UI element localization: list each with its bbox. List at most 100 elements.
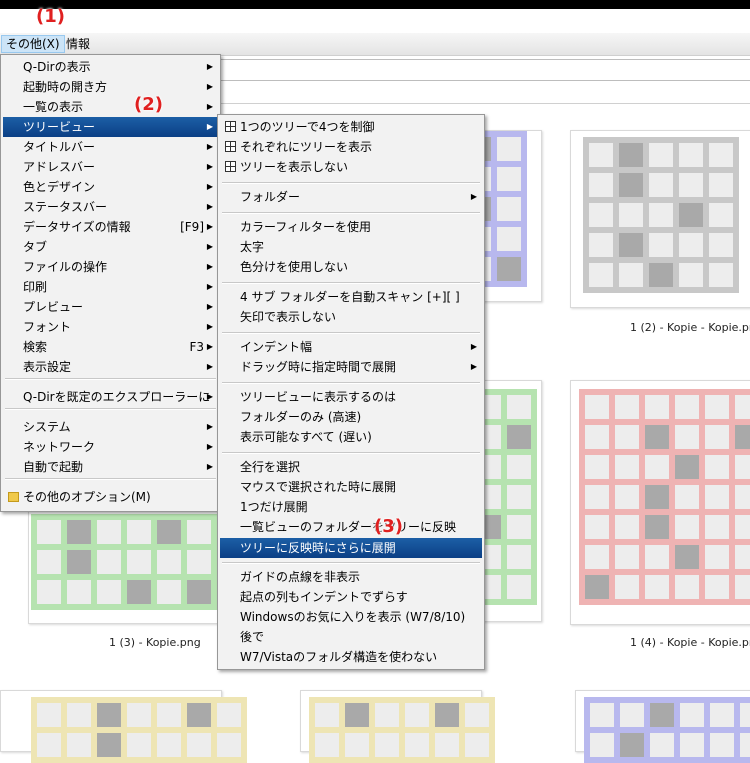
treeview-menu-item-label: ツリービューに表示するのは xyxy=(240,390,397,404)
treeview-menu-item[interactable]: 後で xyxy=(220,627,482,647)
file-thumbnail[interactable] xyxy=(471,380,542,622)
main-menu-item-label: ネットワーク xyxy=(23,440,96,454)
treeview-menu-item-label: ツリーに反映時にさらに展開 xyxy=(240,541,396,555)
main-menu-item[interactable]: 起動時の開き方 ▶ xyxy=(3,77,218,97)
treeview-menu-item-label: フォルダーのみ (高速) xyxy=(240,410,362,424)
annotation-1: (1) xyxy=(36,6,65,27)
file-thumbnail[interactable] xyxy=(28,505,220,624)
file-caption[interactable]: 1 (3) - Kopie.png xyxy=(109,636,201,649)
submenu-arrow-icon: ▶ xyxy=(206,142,213,151)
main-menu-item-label: フォント xyxy=(23,320,72,334)
submenu-arrow-icon: ▶ xyxy=(206,102,213,111)
treeview-menu-item-label: 4 サブ フォルダーを自動スキャン [+][ ] xyxy=(240,290,460,304)
main-menu-item[interactable]: プレビュー ▶ xyxy=(3,297,218,317)
main-menu-item[interactable]: タイトルバー ▶ xyxy=(3,137,218,157)
thumbnail-image xyxy=(309,697,495,763)
file-thumbnail[interactable] xyxy=(575,690,750,763)
file-thumbnail[interactable] xyxy=(300,690,495,763)
main-menu-item[interactable]: 色とデザイン ▶ xyxy=(3,177,218,197)
main-menu-item[interactable]: ネットワーク ▶ xyxy=(3,437,218,457)
menu-info[interactable]: 情報 xyxy=(62,36,94,52)
treeview-menu-item[interactable]: 表示可能なすべて (遅い) xyxy=(220,427,482,447)
treeview-menu-item[interactable]: ツリーを表示しない xyxy=(220,157,482,177)
thumbnail-image xyxy=(583,137,739,293)
submenu-arrow-icon: ▶ xyxy=(206,362,213,371)
main-menu-item[interactable]: ツリービュー ▶ xyxy=(3,117,218,137)
treeview-menu-item[interactable]: カラーフィルターを使用 xyxy=(220,217,482,237)
treeview-menu-item-label: 1つのツリーで4つを制御 xyxy=(240,120,375,134)
treeview-menu-item[interactable]: インデント幅 ▶ xyxy=(220,337,482,357)
treeview-menu-item[interactable]: Windowsのお気に入りを表示 (W7/8/10) xyxy=(220,607,482,627)
file-thumbnail[interactable] xyxy=(0,690,247,763)
main-menu-item[interactable]: Q-Dirの表示 ▶ xyxy=(3,57,218,77)
main-menu-item-label: Q-Dirを既定のエクスプローラーに xyxy=(23,390,211,404)
main-menu-item[interactable]: タブ ▶ xyxy=(3,237,218,257)
tree-icon xyxy=(225,121,236,132)
main-menu-item[interactable]: データサイズの情報 [F9] ▶ xyxy=(3,217,218,237)
main-menu-item[interactable]: フォント ▶ xyxy=(3,317,218,337)
submenu-arrow-icon: ▶ xyxy=(470,192,477,201)
treeview-menu-item[interactable]: ガイドの点線を非表示 xyxy=(220,567,482,587)
submenu-arrow-icon: ▶ xyxy=(206,162,213,171)
treeview-menu-item[interactable]: マウスで選択された時に展開 xyxy=(220,477,482,497)
main-menu-item-label: データサイズの情報 xyxy=(23,220,131,234)
treeview-menu-item[interactable]: ツリーに反映時にさらに展開 xyxy=(220,538,482,558)
main-menu-item[interactable]: アドレスバー ▶ xyxy=(3,157,218,177)
main-menu-item[interactable]: Q-Dirを既定のエクスプローラーに ▶ xyxy=(3,387,218,407)
main-menu-item[interactable]: 自動で起動 ▶ xyxy=(3,457,218,477)
thumbnail-image xyxy=(579,389,750,605)
main-menu-item[interactable]: ステータスバー ▶ xyxy=(3,197,218,217)
treeview-menu-item[interactable]: 色分けを使用しない xyxy=(220,257,482,277)
treeview-menu-item[interactable]: 太字 xyxy=(220,237,482,257)
treeview-menu-item[interactable]: それぞれにツリーを表示 xyxy=(220,137,482,157)
main-menu-item[interactable]: その他のオプション(M) xyxy=(3,487,218,507)
treeview-menu-item[interactable]: 1つだけ展開 xyxy=(220,497,482,517)
main-menu-item[interactable]: 一覧の表示 ▶ xyxy=(3,97,218,117)
treeview-menu-item-label: 矢印で表示しない xyxy=(240,310,337,324)
main-menu-item[interactable]: ファイルの操作 ▶ xyxy=(3,257,218,277)
treeview-menu-item[interactable]: ツリービューに表示するのは xyxy=(220,387,482,407)
other-menu: Q-Dirの表示 ▶ 起動時の開き方 ▶ 一覧の表示 ▶ ツリービュー ▶ タイトルバー ▶ アドレ… xyxy=(0,54,221,512)
main-menu-item[interactable]: 印刷 ▶ xyxy=(3,277,218,297)
treeview-submenu: 1つのツリーで4つを制御それぞれにツリーを表示 ツリーを表示しない フォルダー ▶ カラ… xyxy=(217,114,485,670)
submenu-arrow-icon: ▶ xyxy=(206,462,213,471)
main-menu-item-label: 色とデザイン xyxy=(23,180,96,194)
file-caption[interactable]: 1 (4) - Kopie - Kopie.png xyxy=(630,636,750,649)
address-bar[interactable] xyxy=(215,59,750,81)
treeview-menu-item[interactable]: フォルダーのみ (高速) xyxy=(220,407,482,427)
file-thumbnail[interactable] xyxy=(570,130,750,308)
menu-separator xyxy=(222,282,480,284)
main-menu-item-label: タイトルバー xyxy=(23,140,96,154)
menu-separator xyxy=(5,478,216,480)
main-menu-item[interactable]: システム ▶ xyxy=(3,417,218,437)
menu-other[interactable]: その他(X) xyxy=(1,35,65,53)
submenu-arrow-icon: ▶ xyxy=(206,302,213,311)
main-menu-item-label: Q-Dirの表示 xyxy=(23,60,91,74)
tree-icon xyxy=(225,161,236,172)
treeview-menu-item[interactable]: 4 サブ フォルダーを自動スキャン [+][ ] xyxy=(220,287,482,307)
main-menu-item-label: 検索 xyxy=(23,340,48,354)
treeview-menu-item[interactable]: 一覧ビューのフォルダーをツリーに反映 xyxy=(220,517,482,537)
main-menu-item[interactable]: 表示設定 ▶ xyxy=(3,357,218,377)
treeview-menu-item-label: 1つだけ展開 xyxy=(240,500,308,514)
file-thumbnail[interactable] xyxy=(570,380,750,625)
treeview-menu-item[interactable]: 1つのツリーで4つを制御 xyxy=(220,117,482,137)
treeview-menu-item[interactable]: 矢印で表示しない xyxy=(220,307,482,327)
thumbnail-image xyxy=(31,514,217,610)
main-menu-item[interactable]: 検索 F3 ▶ xyxy=(3,337,218,357)
annotation-2: (2) xyxy=(134,94,163,115)
file-caption[interactable]: 1 (2) - Kopie - Kopie.png xyxy=(630,321,750,334)
treeview-menu-item-label: マウスで選択された時に展開 xyxy=(240,480,397,494)
treeview-menu-item[interactable]: ドラッグ時に指定時間で展開 ▶ xyxy=(220,357,482,377)
treeview-menu-item-label: Windowsのお気に入りを表示 (W7/8/10) xyxy=(240,610,466,624)
treeview-menu-item[interactable]: W7/Vistaのフォルダ構造を使わない xyxy=(220,647,482,667)
treeview-menu-item[interactable]: フォルダー ▶ xyxy=(220,187,482,207)
treeview-menu-item[interactable]: 全行を選択 xyxy=(220,457,482,477)
treeview-menu-item[interactable]: 起点の列もインデントでずらす xyxy=(220,587,482,607)
menu-separator xyxy=(222,452,480,454)
treeview-menu-item-label: ドラッグ時に指定時間で展開 xyxy=(240,360,397,374)
menu-separator xyxy=(222,212,480,214)
shortcut-label: [F9] xyxy=(180,220,204,234)
treeview-menu-item-label: カラーフィルターを使用 xyxy=(240,220,372,234)
treeview-menu-item-label: 起点の列もインデントでずらす xyxy=(240,590,408,604)
